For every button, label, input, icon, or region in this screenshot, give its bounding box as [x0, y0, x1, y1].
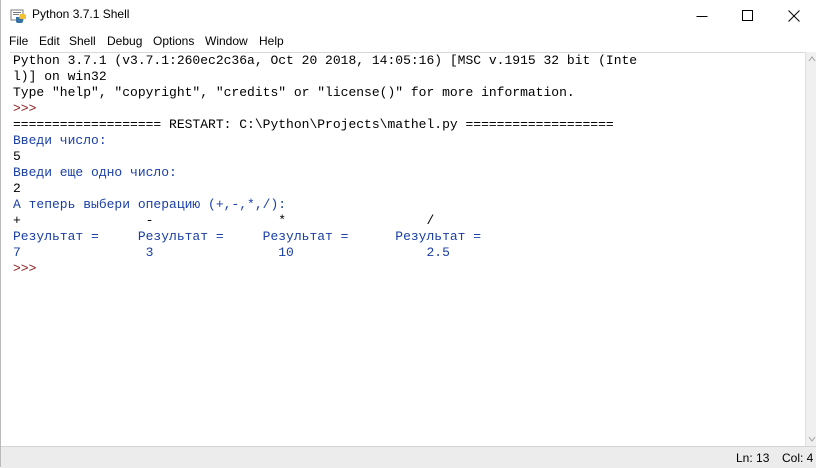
shell-line: 7 3 10 2.5: [13, 245, 450, 260]
idle-shell-window: Python 3.7.1 Shell File Edit Shell Debug…: [0, 0, 816, 468]
menu-window[interactable]: Window: [205, 34, 248, 48]
menu-options[interactable]: Options: [153, 34, 194, 48]
line-number: Ln: 13: [736, 451, 770, 465]
maximize-icon: [742, 9, 753, 21]
maximize-button[interactable]: [725, 0, 771, 31]
menu-edit[interactable]: Edit: [39, 34, 60, 48]
close-button[interactable]: [771, 0, 816, 31]
title-bar[interactable]: Python 3.7.1 Shell: [1, 0, 816, 31]
minimize-button[interactable]: [679, 0, 725, 31]
close-icon: [788, 9, 800, 22]
shell-prompt: >>>: [13, 261, 45, 276]
shell-line: 2: [13, 181, 21, 196]
shell-line: Python 3.7.1 (v3.7.1:260ec2c36a, Oct 20 …: [13, 53, 638, 68]
menu-bar: File Edit Shell Debug Options Window Hel…: [1, 31, 816, 51]
minimize-icon: [696, 15, 708, 17]
window-title: Python 3.7.1 Shell: [32, 7, 130, 21]
menu-shell[interactable]: Shell: [69, 34, 96, 48]
shell-line: Результат = Результат = Результат = Резу…: [13, 229, 482, 244]
scroll-up-arrow-icon[interactable]: [808, 56, 816, 62]
shell-line: А теперь выбери операцию (+,-,*,/):: [13, 197, 287, 212]
shell-line: 5: [13, 149, 21, 164]
menu-file[interactable]: File: [9, 34, 28, 48]
menu-help[interactable]: Help: [259, 34, 284, 48]
python-idle-icon: [10, 9, 26, 23]
shell-line: l)] on win32: [13, 69, 107, 84]
vertical-scrollbar[interactable]: [805, 52, 816, 446]
shell-line: Type "help", "copyright", "credits" or "…: [13, 85, 575, 100]
shell-prompt: >>>: [13, 101, 45, 116]
shell-line: Введи число:: [13, 133, 107, 148]
shell-text-area[interactable]: Python 3.7.1 (v3.7.1:260ec2c36a, Oct 20 …: [10, 52, 805, 447]
shell-line: Введи еще одно число:: [13, 165, 177, 180]
status-bar: Ln: 13 Col: 4: [1, 446, 816, 468]
column-number: Col: 4: [782, 451, 814, 465]
menu-debug[interactable]: Debug: [107, 34, 142, 48]
scroll-down-arrow-icon[interactable]: [808, 436, 816, 442]
restart-banner: =================== RESTART: C:\Python\P…: [13, 117, 614, 132]
shell-line: + - * /: [13, 213, 435, 228]
